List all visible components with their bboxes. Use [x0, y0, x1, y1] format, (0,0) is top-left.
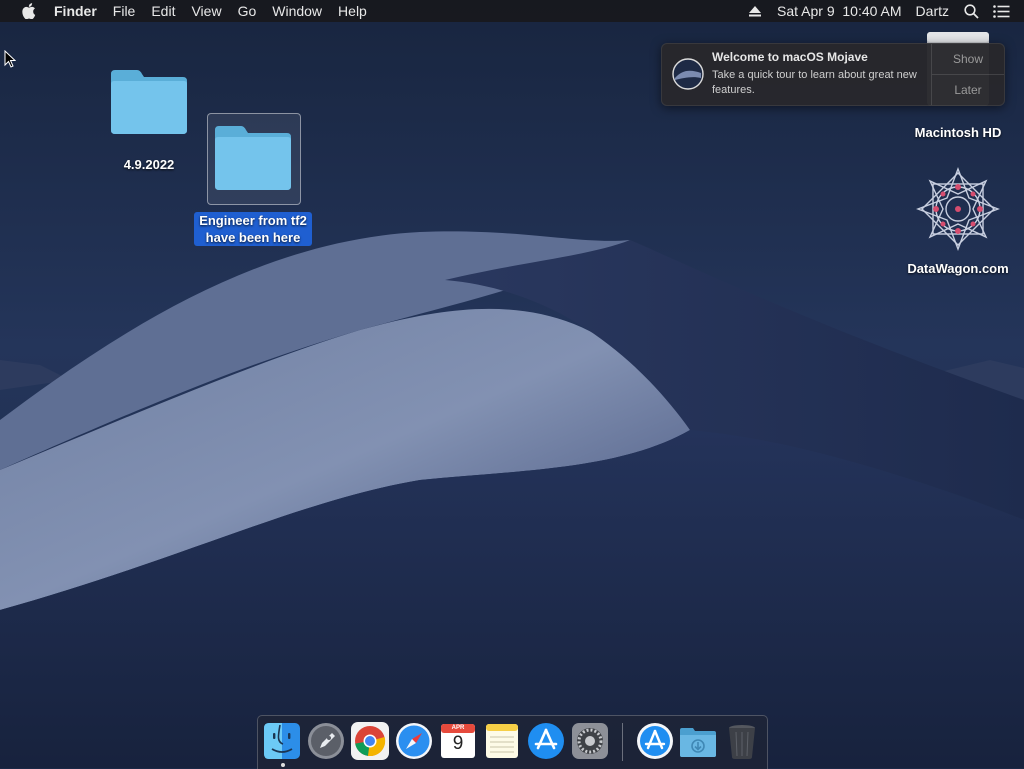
- finder-icon[interactable]: [263, 722, 301, 760]
- menu-file[interactable]: File: [105, 0, 144, 22]
- macos-mojave-icon: [672, 58, 704, 90]
- safari-icon[interactable]: [395, 722, 433, 760]
- notification-center-icon[interactable]: [990, 0, 1012, 22]
- mouse-cursor: [4, 50, 16, 68]
- apple-icon[interactable]: [18, 0, 40, 22]
- menu-bar: Finder File Edit View Go Window Help Sat…: [0, 0, 1024, 22]
- app-store-icon[interactable]: [527, 722, 565, 760]
- spotlight-search-icon[interactable]: [960, 0, 982, 22]
- menubar-user[interactable]: Dartz: [909, 0, 956, 22]
- later-button[interactable]: Later: [932, 74, 1004, 105]
- menu-window[interactable]: Window: [264, 0, 330, 22]
- menu-go[interactable]: Go: [230, 0, 265, 22]
- notification-title: Welcome to macOS Mojave: [712, 50, 868, 64]
- chrome-icon[interactable]: [351, 722, 389, 760]
- folder-icon: [215, 126, 291, 190]
- show-button[interactable]: Show: [932, 44, 1004, 74]
- app-store-download-icon[interactable]: [636, 722, 674, 760]
- notification-body: Take a quick tour to learn about great n…: [712, 69, 917, 96]
- menu-help[interactable]: Help: [330, 0, 375, 22]
- notification-banner[interactable]: Welcome to macOS Mojave Take a quick tou…: [661, 43, 1005, 106]
- system-preferences-icon[interactable]: [571, 722, 609, 760]
- desktop-folder-engineer[interactable]: Engineer from tf2 have been here: [190, 122, 316, 247]
- eject-icon[interactable]: [744, 0, 766, 22]
- notes-icon[interactable]: [483, 722, 521, 760]
- dock: APR 9: [257, 715, 768, 769]
- desktop-item-label: DataWagon.com: [907, 261, 1009, 276]
- menu-view[interactable]: View: [183, 0, 229, 22]
- menu-edit[interactable]: Edit: [143, 0, 183, 22]
- folder-icon: [111, 70, 187, 134]
- calendar-day: 9: [452, 733, 464, 754]
- downloads-folder-icon[interactable]: [679, 722, 717, 760]
- geometric-star-icon: [916, 167, 1000, 251]
- desktop-item-label-selected: Engineer from tf2 have been here: [194, 212, 312, 246]
- calendar-month: APR: [451, 725, 465, 731]
- launchpad-icon[interactable]: [307, 722, 345, 760]
- desktop-item-datawagon[interactable]: DataWagon.com: [898, 166, 1018, 277]
- dock-separator: [622, 723, 623, 761]
- notification-actions: Show Later: [931, 44, 1004, 105]
- desktop-item-label: 4.9.2022: [123, 157, 175, 172]
- desktop-item-label: Macintosh HD: [914, 125, 1002, 140]
- desktop-folder-4-9-2022[interactable]: 4.9.2022: [96, 66, 202, 173]
- trash-icon[interactable]: [723, 722, 761, 760]
- menu-app-finder[interactable]: Finder: [50, 0, 105, 22]
- menubar-clock[interactable]: Sat Apr 9 10:40 AM: [770, 0, 909, 22]
- running-indicator: [281, 763, 285, 767]
